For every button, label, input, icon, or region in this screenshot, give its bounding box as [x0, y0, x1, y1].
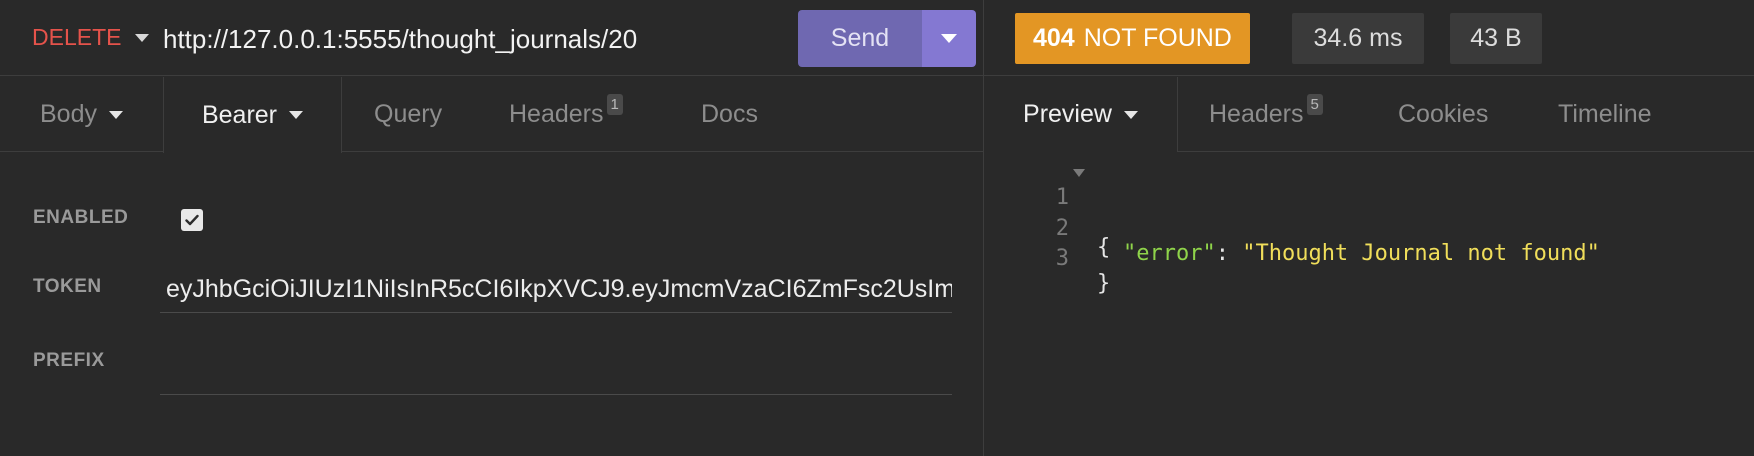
response-time-badge: 34.6 ms — [1292, 13, 1424, 64]
tab-label: Body — [40, 100, 97, 128]
token-label: TOKEN — [33, 276, 102, 297]
tab-body[interactable]: Body — [0, 77, 164, 152]
status-text: NOT FOUND — [1083, 24, 1232, 52]
tab-label: Headers — [509, 100, 604, 128]
code-line: 2 "error": "Thought Journal not found" — [984, 191, 1684, 266]
chevron-down-icon — [108, 110, 123, 119]
tab-label: Query — [374, 100, 443, 128]
send-button-group: Send — [798, 10, 976, 67]
tab-query[interactable]: Query — [374, 77, 442, 152]
code-text: } — [1097, 271, 1111, 296]
tab-label: Timeline — [1558, 100, 1652, 128]
tab-label: Docs — [701, 100, 758, 128]
chevron-down-icon — [941, 34, 957, 43]
tab-docs[interactable]: Docs — [701, 77, 758, 152]
response-tabs: Preview Headers 5 Cookies Timeline — [984, 77, 1754, 152]
tab-preview[interactable]: Preview — [984, 77, 1178, 152]
tab-label: Preview — [1023, 100, 1112, 128]
tab-label: Bearer — [201, 100, 278, 129]
headers-count-badge: 1 — [606, 94, 623, 115]
token-input[interactable]: eyJhbGciOiJIUzI1NiIsInR5cCI6IkpXVCJ9.eyJ… — [160, 265, 952, 313]
status-badge: 404 NOT FOUND — [1015, 13, 1250, 64]
url-bar: DELETE http://127.0.0.1:5555/thought_jou… — [0, 0, 983, 76]
prefix-label: PREFIX — [33, 350, 105, 371]
method-dropdown[interactable]: DELETE — [32, 24, 150, 51]
request-pane: DELETE http://127.0.0.1:5555/thought_jou… — [0, 0, 983, 456]
fold-toggle-icon[interactable] — [1073, 169, 1085, 177]
tab-response-headers[interactable]: Headers 5 — [1209, 77, 1323, 152]
enabled-label: ENABLED — [33, 207, 129, 228]
code-line: 3 } — [984, 221, 1684, 296]
response-size-badge: 43 B — [1450, 13, 1542, 64]
response-pane: 404 NOT FOUND 34.6 ms 43 B Preview Heade… — [983, 0, 1754, 456]
response-status-bar: 404 NOT FOUND 34.6 ms 43 B — [984, 0, 1754, 76]
tab-label: Headers — [1209, 100, 1304, 128]
tab-cookies[interactable]: Cookies — [1398, 77, 1488, 152]
url-input[interactable]: http://127.0.0.1:5555/thought_journals/2… — [163, 24, 637, 55]
tab-headers[interactable]: Headers 1 — [509, 77, 623, 152]
method-label: DELETE — [32, 24, 122, 50]
enabled-checkbox[interactable] — [181, 209, 203, 231]
chevron-down-icon — [289, 111, 304, 119]
check-icon — [185, 214, 199, 226]
line-number: 3 — [1055, 246, 1069, 271]
tab-label: Cookies — [1398, 100, 1489, 128]
request-tabs: Body Bearer Query Headers 1 Docs — [0, 77, 983, 153]
chevron-down-icon — [1123, 110, 1138, 119]
send-options-button[interactable] — [922, 10, 976, 67]
tab-bearer[interactable]: Bearer — [163, 77, 342, 153]
chevron-down-icon — [135, 33, 150, 42]
code-line: 1 { — [984, 160, 1684, 260]
send-button[interactable]: Send — [798, 10, 922, 67]
tab-timeline[interactable]: Timeline — [1558, 77, 1652, 152]
headers-count-badge: 5 — [1306, 94, 1323, 115]
status-code: 404 — [1033, 24, 1075, 52]
prefix-input[interactable] — [160, 347, 952, 395]
